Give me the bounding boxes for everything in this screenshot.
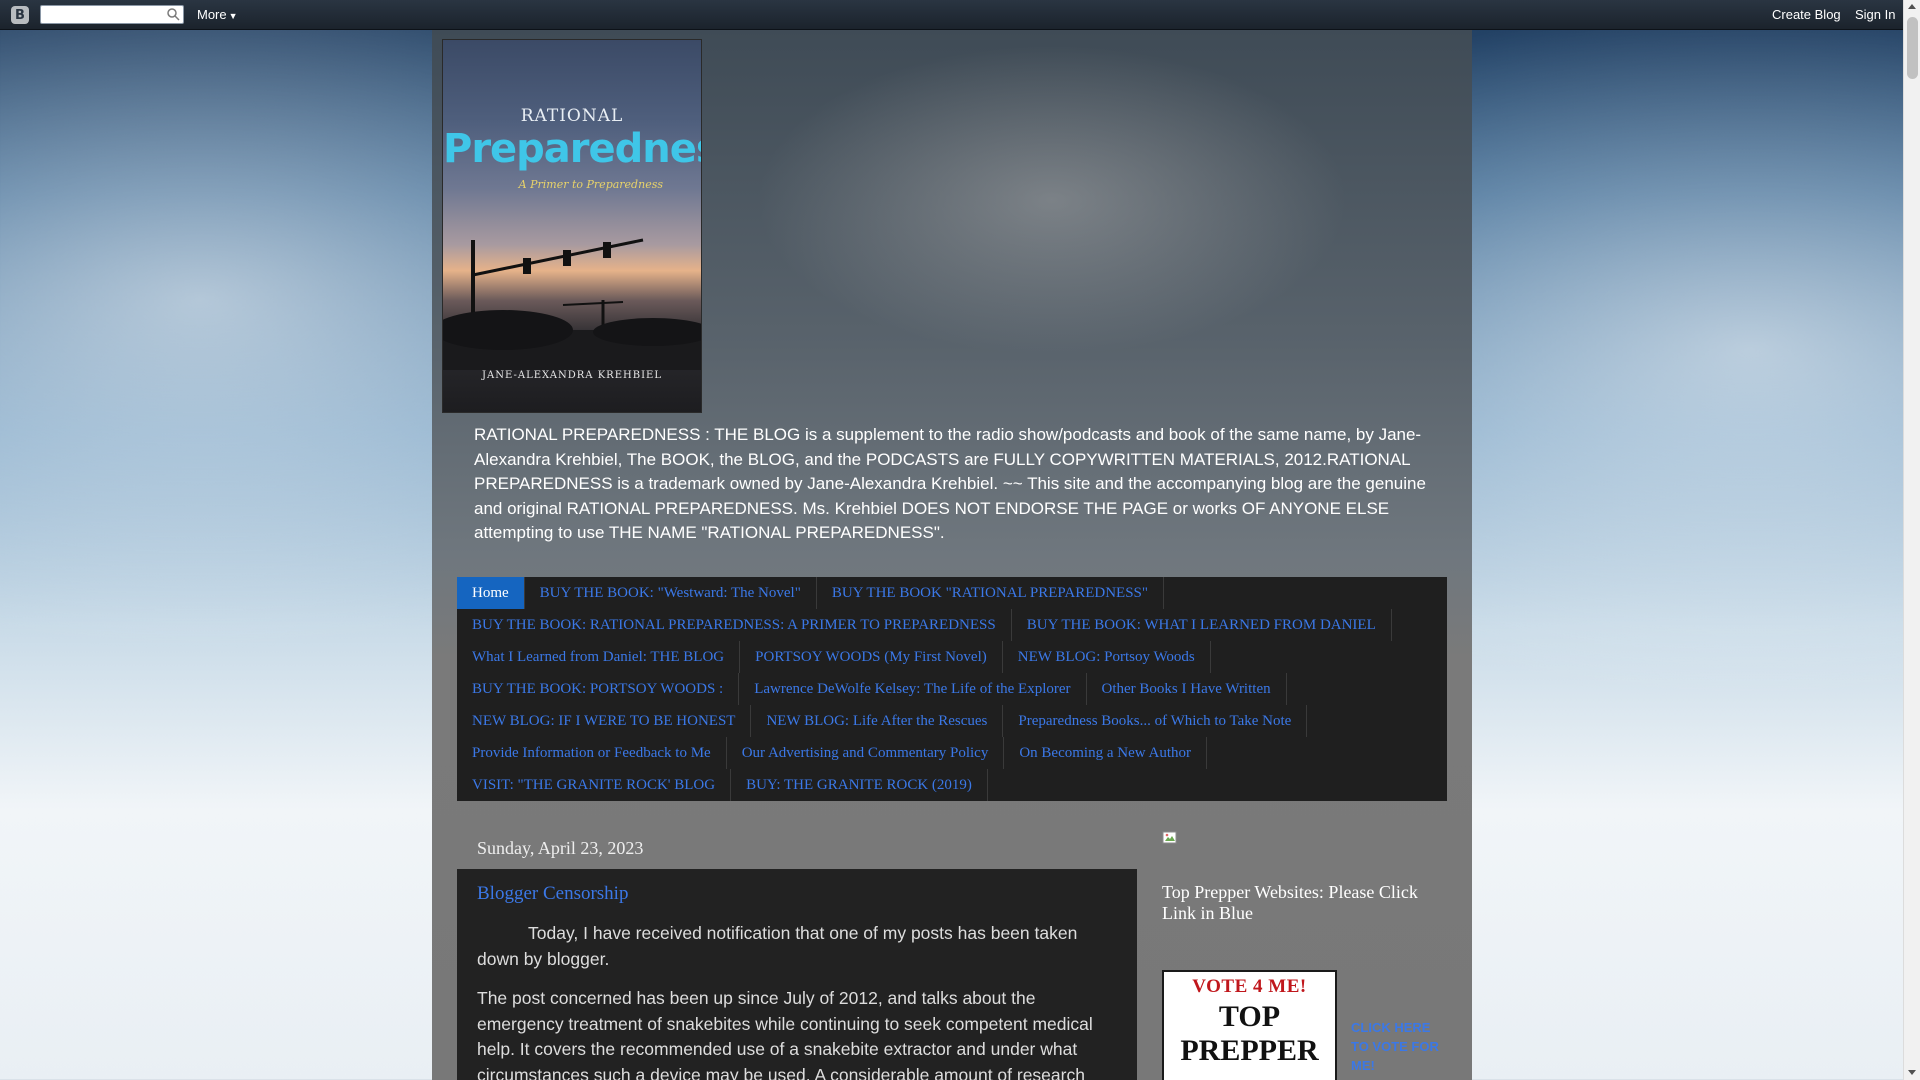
tab-3[interactable]: BUY THE BOOK: RATIONAL PREPAREDNESS: A P…	[457, 609, 1012, 641]
tab-1[interactable]: BUY THE BOOK: "Westward: The Novel"	[525, 577, 817, 609]
sign-in-link[interactable]: Sign In	[1855, 7, 1895, 22]
tab-5[interactable]: What I Learned from Daniel: THE BLOG	[457, 641, 741, 673]
sidebar-widget-title: Top Prepper Websites: Please Click Link …	[1162, 882, 1418, 923]
more-menu[interactable]: More ▼	[197, 7, 238, 22]
tab-11[interactable]: NEW BLOG: IF I WERE TO BE HONEST	[457, 705, 752, 737]
more-label: More	[197, 7, 227, 22]
blog-post: Blogger Censorship Today, I have receive…	[457, 869, 1137, 1080]
broken-image-icon	[1162, 831, 1177, 844]
blogger-navbar: B More ▼ Create Blog Sign In	[0, 0, 1920, 30]
tab-9[interactable]: Lawrence DeWolfe Kelsey: The Life of the…	[739, 673, 1087, 705]
traffic-light-illustration	[443, 238, 701, 370]
tab-7[interactable]: NEW BLOG: Portsoy Woods	[1003, 641, 1211, 673]
tab-6[interactable]: PORTSOY WOODS (My First Novel)	[740, 641, 1003, 673]
scrollbar-thumb[interactable]	[1907, 17, 1918, 79]
cover-author: JANE-ALEXANDRA KREHBIEL	[482, 370, 662, 381]
scroll-down-icon[interactable]	[1908, 1070, 1916, 1075]
page-tabs: Home BUY THE BOOK: "Westward: The Novel" B…	[457, 577, 1447, 801]
cover-top-word: RATIONAL	[520, 106, 624, 126]
tab-18[interactable]: BUY: THE GRANITE ROCK (2019)	[731, 769, 988, 801]
blog-column: RATIONAL Preparedness A Primer to Prepar…	[432, 30, 1472, 1080]
post-title-link[interactable]: Blogger Censorship	[477, 883, 1117, 905]
tab-16[interactable]: On Becoming a New Author	[1004, 737, 1207, 769]
tab-14[interactable]: Provide Information or Feedback to Me	[457, 737, 727, 769]
top-prepper-vote-badge[interactable]: VOTE 4 ME! TOP PREPPER	[1162, 970, 1337, 1080]
vote-for-me-link[interactable]: CLICK HERE TO VOTE FOR ME!	[1351, 1018, 1441, 1075]
tab-4[interactable]: BUY THE BOOK: WHAT I LEARNED FROM DANIEL	[1012, 609, 1392, 641]
cover-main-word: Preparedness	[443, 126, 701, 172]
search-icon[interactable]	[166, 7, 180, 21]
tab-8[interactable]: BUY THE BOOK: PORTSOY WOODS :	[457, 673, 740, 705]
badge-line3: PREPPER	[1180, 1034, 1319, 1067]
post-date-header: Sunday, April 23, 2023	[477, 838, 644, 858]
blog-description: RATIONAL PREPAREDNESS : THE BLOG is a su…	[474, 425, 1426, 542]
post-paragraph: Today, I have received notification that…	[477, 923, 1078, 969]
badge-line1: VOTE 4 ME!	[1192, 976, 1307, 997]
tab-12[interactable]: NEW BLOG: Life After the Rescues	[751, 705, 1004, 737]
scroll-up-icon[interactable]	[1908, 4, 1916, 9]
tab-0[interactable]: Home	[457, 577, 525, 609]
create-blog-link[interactable]: Create Blog	[1772, 7, 1841, 22]
tab-2[interactable]: BUY THE BOOK "RATIONAL PREPAREDNESS"	[817, 577, 1164, 609]
blogger-logo-icon[interactable]: B	[11, 6, 29, 24]
search-input[interactable]	[40, 5, 184, 24]
badge-line2: TOP	[1218, 1000, 1281, 1033]
tab-15[interactable]: Our Advertising and Commentary Policy	[727, 737, 1005, 769]
tab-13[interactable]: Preparedness Books... of Which to Take N…	[1003, 705, 1308, 737]
page-scrollbar[interactable]	[1903, 0, 1920, 1080]
tab-17[interactable]: VISIT: "THE GRANITE ROCK' BLOG	[457, 769, 732, 801]
book-cover-image[interactable]: RATIONAL Preparedness A Primer to Prepar…	[442, 39, 702, 413]
cover-subtitle: A Primer to Preparedness	[518, 178, 663, 191]
post-paragraph: The post concerned has been up since Jul…	[477, 988, 1093, 1080]
chevron-down-icon: ▼	[228, 11, 238, 21]
tab-10[interactable]: Other Books I Have Written	[1087, 673, 1287, 705]
